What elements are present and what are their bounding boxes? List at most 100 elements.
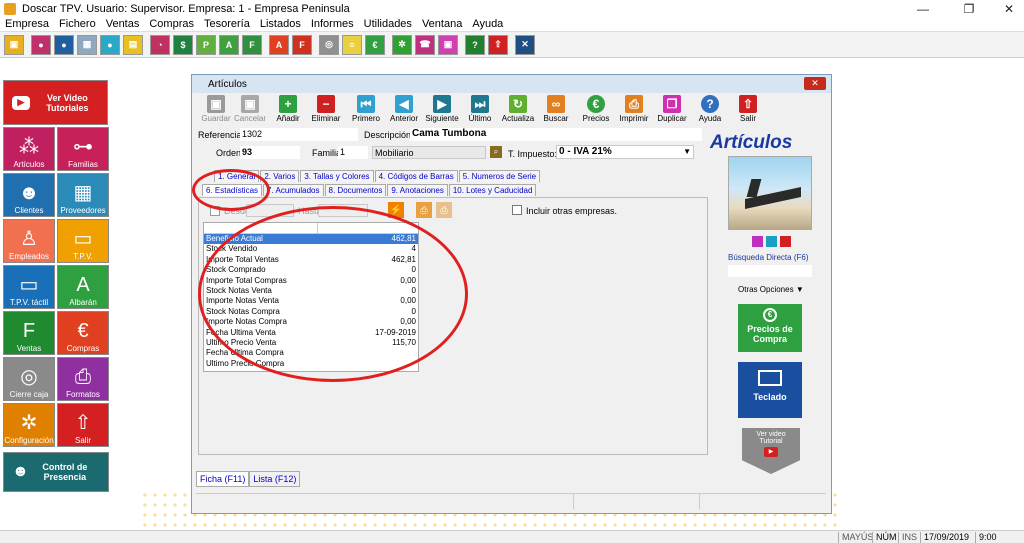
sidebar-item-tpv-tactil[interactable]: ▭ T.P.V. táctil	[3, 265, 55, 309]
tab-ficha[interactable]: Ficha (F11)	[196, 471, 250, 487]
safe-icon[interactable]: ◎	[319, 34, 339, 55]
control-presencia-button[interactable]: ☻ Control de Presencia	[3, 452, 109, 492]
primero-button[interactable]: ⏮ Primero	[346, 95, 386, 123]
salir-button[interactable]: ⇧ Salir	[728, 95, 768, 123]
phone-icon[interactable]: ☎	[415, 34, 435, 55]
video-tutorials-button[interactable]: ▶ Ver Video Tutoriales	[3, 80, 108, 125]
a-icon[interactable]: A	[219, 34, 239, 55]
eliminar-button[interactable]: − Eliminar	[306, 95, 346, 123]
ultimo-button[interactable]: ⏭ Último	[460, 95, 500, 123]
sidebar-item-salir[interactable]: ⇧ Salir	[57, 403, 109, 447]
exit-icon[interactable]: ⇧	[488, 34, 508, 55]
minimize-icon[interactable]: —	[908, 0, 938, 17]
tab-tallas[interactable]: 3. Tallas y Colores	[300, 170, 374, 182]
notes-icon[interactable]: ≡	[342, 34, 362, 55]
chart-icon[interactable]: ◔	[150, 34, 170, 55]
worker-icon[interactable]: ●	[100, 34, 120, 55]
menu-empresa[interactable]: Empresa	[0, 18, 54, 30]
a-red-icon[interactable]: A	[269, 34, 289, 55]
help-icon[interactable]: ?	[465, 34, 485, 55]
sidebar-item-familias[interactable]: ⊶ Familias	[57, 127, 109, 171]
buscar-button[interactable]: ∞ Buscar	[536, 95, 576, 123]
close-icon[interactable]: ✕	[994, 0, 1024, 17]
duplicate-icon: ❐	[663, 95, 681, 113]
users-icon[interactable]: ●	[31, 34, 51, 55]
eye-icon[interactable]	[766, 236, 777, 247]
tab-numeros-serie[interactable]: 5. Numeros de Serie	[458, 170, 541, 182]
descripcion-field[interactable]: Cama Tumbona	[410, 128, 702, 141]
sidebar-item-configuracion[interactable]: ✲ Configuración	[3, 403, 55, 447]
sidebar-item-empleados[interactable]: ♙ Empleados	[3, 219, 55, 263]
sidebar-item-formatos[interactable]: ⎙ Formatos	[57, 357, 109, 401]
precios-button[interactable]: € Precios	[576, 95, 616, 123]
menu-informes[interactable]: Informes	[306, 18, 359, 30]
sidebar-item-compras[interactable]: € Compras	[57, 311, 109, 355]
menu-ventana[interactable]: Ventana	[417, 18, 467, 30]
printer-preview-icon[interactable]: ⎙	[436, 202, 452, 218]
gears-icon: ✲	[20, 412, 38, 434]
f-red-icon[interactable]: F	[292, 34, 312, 55]
menu-fichero[interactable]: Fichero	[54, 18, 101, 30]
tab-anotaciones[interactable]: 9. Anotaciones	[387, 184, 448, 196]
sidebar-item-proveedores[interactable]: ▦ Proveedores	[57, 173, 109, 217]
tab-documentos[interactable]: 8. Documentos	[324, 184, 387, 196]
sidebar-item-articulos[interactable]: ⁂ Artículos	[3, 127, 55, 171]
orden-field[interactable]: 93	[240, 146, 300, 159]
tab-codigos[interactable]: 4. Códigos de Barras	[374, 170, 458, 182]
imprimir-button[interactable]: ⎙ Imprimir	[614, 95, 654, 123]
image-edit-icon[interactable]	[752, 236, 763, 247]
calculator-icon[interactable]: ▦	[77, 34, 97, 55]
company-icon[interactable]: ▣	[4, 34, 24, 55]
referencia-field[interactable]: 1302	[240, 128, 358, 141]
price-icon[interactable]: $	[173, 34, 193, 55]
tab-lista[interactable]: Lista (F12)	[249, 471, 301, 487]
euro-icon[interactable]: €	[365, 34, 385, 55]
tools-icon[interactable]: ✕	[515, 34, 535, 55]
annotation-circle	[192, 169, 270, 211]
siguiente-button[interactable]: ▶ Siguiente	[422, 95, 462, 123]
ayuda-button[interactable]: ? Ayuda	[690, 95, 730, 123]
sidebar-label: T.P.V. táctil	[9, 298, 49, 307]
duplicar-button[interactable]: ❐ Duplicar	[652, 95, 692, 123]
video-tutorial-button[interactable]: Ver video Tutorial ▶	[742, 428, 800, 474]
otras-opciones[interactable]: Otras Opciones ▼	[738, 285, 830, 294]
f-icon[interactable]: F	[242, 34, 262, 55]
menu-tesoreria[interactable]: Tesorería	[199, 18, 255, 30]
teclado-button[interactable]: Teclado	[738, 362, 802, 418]
precios-compra-button[interactable]: € Precios de Compra	[738, 304, 802, 352]
title-bar: Doscar TPV. Usuario: Supervisor. Empresa…	[0, 0, 1024, 17]
anadir-button[interactable]: + Añadir	[268, 95, 308, 123]
cancelar-button[interactable]: ▣ Cancelar	[230, 95, 270, 123]
contacts-icon[interactable]: ●	[54, 34, 74, 55]
delete-icon[interactable]	[780, 236, 791, 247]
sidebar-label: T.P.V.	[73, 252, 93, 261]
sidebar-label: Albarán	[69, 298, 97, 307]
restore-icon[interactable]: ❐	[954, 0, 984, 17]
sidebar-item-cierre-caja[interactable]: ◎ Cierre caja	[3, 357, 55, 401]
sidebar-item-tpv[interactable]: ▭ T.P.V.	[57, 219, 109, 263]
image-icon[interactable]: ▣	[438, 34, 458, 55]
tab-acumulados[interactable]: 7. Acumulados	[263, 184, 324, 196]
menu-ventas[interactable]: Ventas	[101, 18, 145, 30]
precios-label: Precios de Compra	[747, 324, 793, 344]
stack-icon[interactable]: ▤	[123, 34, 143, 55]
tab-lotes[interactable]: 10. Lotes y Caducidad	[448, 184, 537, 196]
close-icon[interactable]: ✕	[804, 77, 826, 90]
actualiza-button[interactable]: ↻ Actualiza	[498, 95, 538, 123]
sidebar-item-ventas[interactable]: F Ventas	[3, 311, 55, 355]
familia-field[interactable]: 1	[338, 146, 368, 159]
impuesto-select[interactable]: 0 - IVA 21% ▼	[556, 145, 694, 159]
menu-listados[interactable]: Listados	[255, 18, 306, 30]
incluir-checkbox[interactable]	[512, 205, 522, 215]
search-icon[interactable]: ⌕	[490, 146, 502, 158]
sidebar-item-albaran[interactable]: A Albarán	[57, 265, 109, 309]
menu-ayuda[interactable]: Ayuda	[467, 18, 508, 30]
menu-compras[interactable]: Compras	[144, 18, 199, 30]
printer-icon[interactable]: ⎙	[416, 202, 432, 218]
sidebar-item-clientes[interactable]: ☻ Clientes	[3, 173, 55, 217]
busqueda-input[interactable]	[728, 265, 812, 277]
anterior-button[interactable]: ◀ Anterior	[384, 95, 424, 123]
p-icon[interactable]: P	[196, 34, 216, 55]
menu-utilidades[interactable]: Utilidades	[359, 18, 417, 30]
gears-icon[interactable]: ✲	[392, 34, 412, 55]
